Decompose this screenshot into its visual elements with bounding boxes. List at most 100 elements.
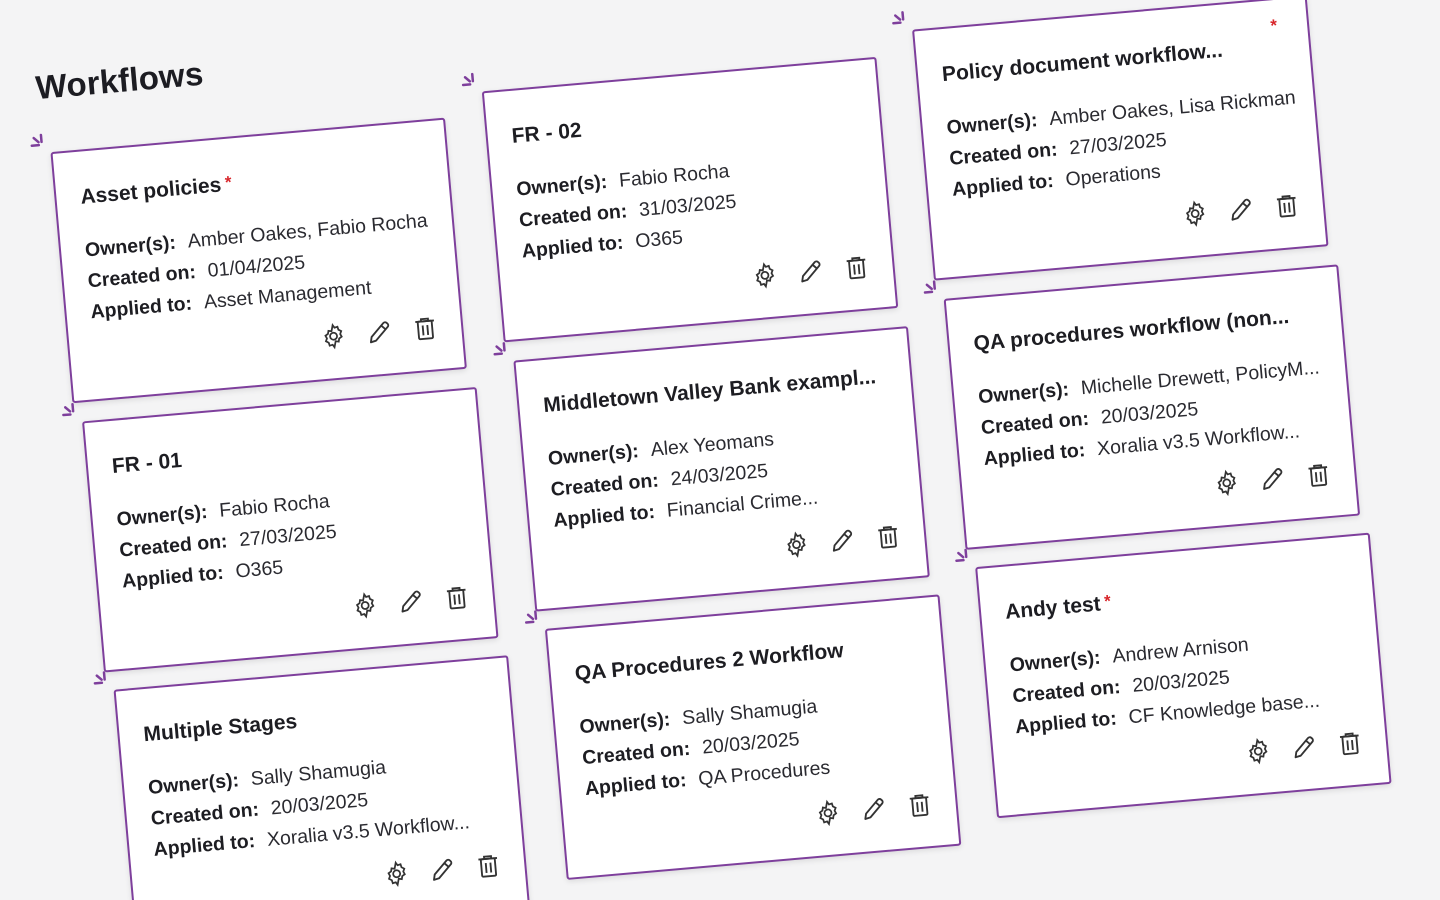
delete-trash-icon[interactable] (904, 790, 934, 820)
owners-value: Andrew Arnison (1111, 633, 1250, 668)
owners-label: Owner(s): (515, 170, 609, 201)
settings-gear-icon[interactable] (781, 529, 811, 559)
applied-label: Applied to: (982, 439, 1087, 470)
settings-gear-icon[interactable] (1180, 198, 1210, 228)
applied-label: Applied to: (152, 830, 257, 861)
created-label: Created on: (581, 737, 692, 770)
created-value: 27/03/2025 (1068, 128, 1168, 160)
workflow-title: QA Procedures 2 Workflow (573, 639, 845, 686)
workflow-card[interactable]: * Policy document workflow... Owner(s): A… (892, 0, 1329, 281)
workflow-title: Policy document workflow... (941, 38, 1224, 87)
settings-gear-icon[interactable] (813, 798, 843, 828)
settings-gear-icon[interactable] (350, 590, 380, 620)
applied-label: Applied to: (552, 500, 656, 532)
created-label: Created on: (980, 407, 1090, 440)
applied-value: QA Procedures (697, 756, 832, 791)
page-title: Workflows (34, 54, 205, 107)
workflow-title: FR - 02 (510, 118, 583, 148)
delete-trash-icon[interactable] (1335, 728, 1365, 758)
applied-value: O365 (634, 226, 684, 253)
created-value: 24/03/2025 (669, 459, 769, 491)
edit-pencil-icon[interactable] (427, 855, 457, 885)
owners-label: Owner(s): (945, 109, 1039, 139)
sparkle-icon (93, 671, 106, 685)
owners-value: Fabio Rocha (218, 490, 331, 522)
delete-trash-icon[interactable] (473, 851, 503, 881)
sparkle-icon (461, 72, 475, 87)
sparkle-icon (955, 548, 968, 563)
edit-pencil-icon[interactable] (1257, 464, 1287, 494)
applied-label: Applied to: (584, 769, 688, 800)
delete-trash-icon[interactable] (1303, 460, 1333, 490)
owners-label: Owner(s): (115, 500, 209, 531)
applied-label: Applied to: (1014, 707, 1118, 739)
sparkle-icon (493, 342, 506, 356)
created-label: Created on: (149, 798, 260, 830)
created-value: 31/03/2025 (638, 190, 738, 222)
workflow-title: Middletown Valley Bank exampl... (542, 365, 877, 418)
required-marker: * (224, 172, 233, 193)
workflow-title: Multiple Stages (142, 709, 299, 747)
edit-pencil-icon[interactable] (396, 586, 426, 616)
applied-label: Applied to: (89, 292, 193, 324)
workflow-card[interactable]: QA Procedures 2 Workflow Owner(s): Sally … (525, 594, 962, 880)
created-label: Created on: (518, 200, 629, 232)
applied-label: Applied to: (121, 561, 225, 593)
edit-pencil-icon[interactable] (364, 317, 394, 347)
settings-gear-icon[interactable] (750, 260, 780, 290)
edit-pencil-icon[interactable] (796, 256, 826, 286)
owners-label: Owner(s): (578, 708, 672, 739)
owners-value: Fabio Rocha (618, 160, 731, 192)
created-label: Created on: (1011, 675, 1122, 708)
workflow-title: Asset policies (79, 173, 223, 209)
workflow-card[interactable]: QA procedures workflow (non... Owner(s):… (923, 264, 1361, 550)
settings-gear-icon[interactable] (1243, 736, 1273, 766)
owners-label: Owner(s): (977, 378, 1070, 409)
workflow-card[interactable]: FR - 01 Owner(s): Fabio Rocha Created on:… (62, 386, 499, 673)
workflow-card[interactable]: Andy test * Owner(s): Andrew Arnison Creat… (955, 532, 1392, 819)
workflows-screen: Workflows Asset policies * Owner(s): Amber… (0, 0, 1440, 900)
sparkle-icon (525, 610, 538, 624)
delete-trash-icon[interactable] (410, 313, 440, 343)
applied-value: Operations (1064, 160, 1162, 191)
workflow-card[interactable]: Multiple Stages Owner(s): Sally Shamugia … (93, 655, 531, 900)
created-label: Created on: (118, 530, 229, 562)
workflow-card[interactable]: FR - 02 Owner(s): Fabio Rocha Created on:… (461, 56, 899, 343)
delete-trash-icon[interactable] (1272, 190, 1302, 220)
created-value: 27/03/2025 (238, 520, 338, 552)
edit-pencil-icon[interactable] (1226, 194, 1256, 224)
created-value: 20/03/2025 (1099, 398, 1200, 429)
sparkle-icon (30, 133, 43, 148)
owners-label: Owner(s): (84, 231, 177, 262)
workflow-title: Andy test (1004, 592, 1102, 624)
settings-gear-icon[interactable] (1212, 468, 1242, 498)
applied-value: O365 (234, 556, 285, 583)
applied-label: Applied to: (951, 169, 1055, 201)
applied-label: Applied to: (520, 231, 625, 263)
edit-pencil-icon[interactable] (827, 525, 857, 555)
created-value: 01/04/2025 (206, 251, 306, 282)
settings-gear-icon[interactable] (381, 859, 411, 889)
created-value: 20/03/2025 (701, 728, 801, 759)
owners-label: Owner(s): (1008, 646, 1102, 677)
delete-trash-icon[interactable] (841, 252, 871, 282)
delete-trash-icon[interactable] (442, 582, 472, 612)
delete-trash-icon[interactable] (873, 521, 903, 551)
created-label: Created on: (948, 138, 1059, 170)
created-label: Created on: (549, 469, 660, 501)
sparkle-icon (62, 402, 75, 417)
required-marker: * (1103, 591, 1112, 612)
required-marker: * (1269, 15, 1278, 36)
edit-pencil-icon[interactable] (1289, 732, 1319, 762)
workflow-card[interactable]: Asset policies * Owner(s): Amber Oakes, Fa… (30, 117, 467, 404)
owners-label: Owner(s): (147, 769, 240, 800)
workflows-board: Workflows Asset policies * Owner(s): Amber… (0, 0, 1440, 900)
created-label: Created on: (86, 261, 197, 293)
edit-pencil-icon[interactable] (859, 794, 889, 824)
workflow-card[interactable]: Middletown Valley Bank exampl... Owner(s… (493, 326, 930, 612)
settings-gear-icon[interactable] (318, 321, 348, 351)
owners-label: Owner(s): (547, 440, 640, 470)
sparkle-icon (892, 11, 905, 25)
workflow-title: FR - 01 (111, 448, 183, 478)
created-value: 20/03/2025 (1131, 666, 1231, 697)
